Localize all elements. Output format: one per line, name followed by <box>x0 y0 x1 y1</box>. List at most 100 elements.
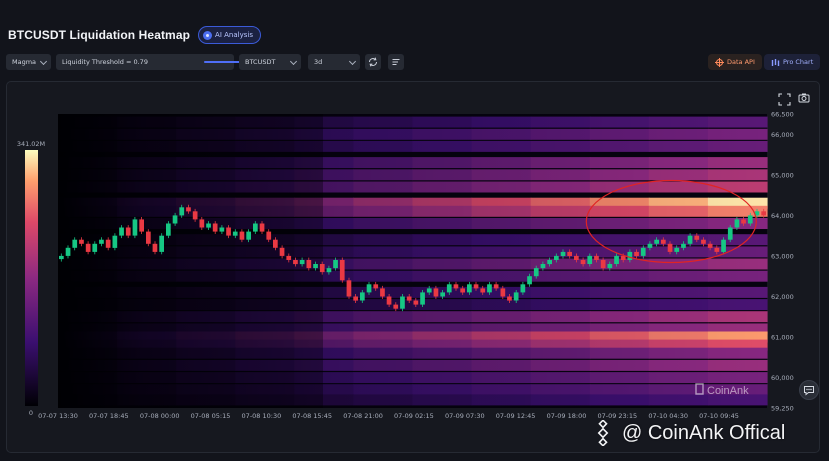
candle-body <box>594 255 599 260</box>
data-api-button[interactable]: Data API <box>708 54 762 70</box>
palette-select[interactable]: Magma <box>6 54 51 70</box>
candle-body <box>159 235 164 252</box>
candle-body <box>420 292 425 305</box>
colorbar-max-label: 341.02M <box>17 140 45 148</box>
y-tick-label: 63,000 <box>771 252 794 260</box>
candle-body <box>540 264 546 269</box>
x-tick-label: 07-08 15:45 <box>292 412 332 420</box>
candle-body <box>192 211 198 220</box>
candle-body <box>654 239 659 244</box>
candle-body <box>299 260 305 265</box>
candle-body <box>65 247 71 256</box>
refresh-icon <box>369 57 377 67</box>
candle-body <box>513 292 519 301</box>
candle-body <box>146 231 151 244</box>
x-tick-label: 07-09 12:45 <box>496 412 536 420</box>
candle-body <box>139 219 144 232</box>
chevron-down-icon <box>289 57 298 66</box>
x-tick-label: 07-08 05:15 <box>191 412 231 420</box>
pro-chart-icon <box>771 58 780 66</box>
candle-body <box>587 255 593 264</box>
candle-body <box>212 223 218 232</box>
candle-body <box>426 288 432 293</box>
candle-body <box>694 235 700 240</box>
refresh-button[interactable] <box>365 54 381 70</box>
candle-body <box>734 219 740 228</box>
candle-body <box>266 231 272 240</box>
y-tick-label: 65,000 <box>771 171 794 179</box>
y-tick-label: 62,000 <box>771 293 794 301</box>
footer-watermark-text: @ CoinAnk Offical <box>622 421 786 444</box>
timeframe-select[interactable]: 3d <box>308 54 360 70</box>
candle-body <box>687 235 693 244</box>
x-tick-label: 07-08 10:30 <box>242 412 282 420</box>
y-axis: 66,500 66,000 65,000 64,000 63,000 62,000 61,0… <box>771 111 794 413</box>
candle-body <box>721 239 726 252</box>
candle-body <box>667 243 673 252</box>
candle-body <box>199 219 205 228</box>
candle-body <box>152 243 158 252</box>
y-tick-label: 59,250 <box>771 405 794 413</box>
toolbar: Magma Liquidity Threshold = 0.79 BTCUSDT… <box>0 54 829 70</box>
candle-body <box>406 296 412 301</box>
candle-body <box>467 284 472 293</box>
candle-body <box>440 292 445 297</box>
timeframe-value: 3d <box>314 58 323 66</box>
candle-body <box>166 223 171 236</box>
page-title: BTCUSDT Liquidation Heatmap <box>8 28 191 42</box>
x-tick-label: 07-09 07:30 <box>445 412 485 420</box>
candle-body <box>346 280 352 297</box>
candle-body <box>554 255 559 260</box>
candle-body <box>119 227 124 236</box>
candle-body <box>507 296 512 301</box>
candle-body <box>226 227 231 236</box>
candle-body <box>500 288 506 297</box>
camera-icon <box>798 93 810 103</box>
candle-body <box>333 260 338 269</box>
pro-chart-button[interactable]: Pro Chart <box>764 54 821 70</box>
x-tick-label: 07-09 02:15 <box>394 412 434 420</box>
candle-body <box>714 247 720 252</box>
symbol-value: BTCUSDT <box>245 58 276 66</box>
candle-body <box>92 243 98 252</box>
candle-body <box>112 235 118 248</box>
ai-analysis-label: AI Analysis <box>215 31 253 39</box>
x-axis: 07-07 13:30 07-07 18:45 07-08 00:00 07-08 0… <box>38 412 739 420</box>
settings-list-button[interactable] <box>388 54 404 70</box>
fullscreen-button[interactable] <box>778 93 791 106</box>
y-tick-label: 61,000 <box>771 334 794 342</box>
candle-body <box>326 268 332 273</box>
candle-body <box>567 251 572 256</box>
candle-body <box>306 260 312 269</box>
footer-watermark: @ CoinAnk Offical <box>590 420 785 446</box>
candle-body <box>219 227 225 232</box>
candle-body <box>286 255 292 260</box>
candle-body <box>380 288 385 297</box>
candle-body <box>393 304 399 309</box>
liquidity-threshold-control[interactable]: Liquidity Threshold = 0.79 <box>56 54 266 70</box>
ai-analysis-button[interactable]: AI Analysis <box>198 26 261 44</box>
candle-body <box>741 219 746 224</box>
liquidation-heatmap-chart[interactable]: 341.02M 0 66,500 66,000 65,000 64,000 63,000… <box>7 82 821 454</box>
candle-body <box>366 284 372 293</box>
candle-body <box>386 296 392 305</box>
x-tick-label: 07-10 04:30 <box>648 412 688 420</box>
chevron-down-icon <box>348 57 357 66</box>
chat-button[interactable] <box>799 380 819 400</box>
x-tick-label: 07-09 18:00 <box>547 412 587 420</box>
candle-body <box>674 247 680 252</box>
candle-body <box>614 255 619 264</box>
candle-body <box>701 239 706 244</box>
x-tick-label: 07-08 00:00 <box>140 412 180 420</box>
screenshot-button[interactable] <box>798 93 810 103</box>
candle-body <box>59 255 64 260</box>
candle-body <box>273 239 278 248</box>
colorbar-min-label: 0 <box>29 409 33 417</box>
x-tick-label: 07-07 18:45 <box>89 412 129 420</box>
threshold-label: Liquidity Threshold = 0.79 <box>62 58 148 66</box>
candle-body <box>634 251 639 256</box>
candle-body <box>533 268 539 277</box>
candle-body <box>293 260 298 265</box>
data-api-icon <box>715 57 724 67</box>
symbol-select[interactable]: BTCUSDT <box>239 54 301 70</box>
